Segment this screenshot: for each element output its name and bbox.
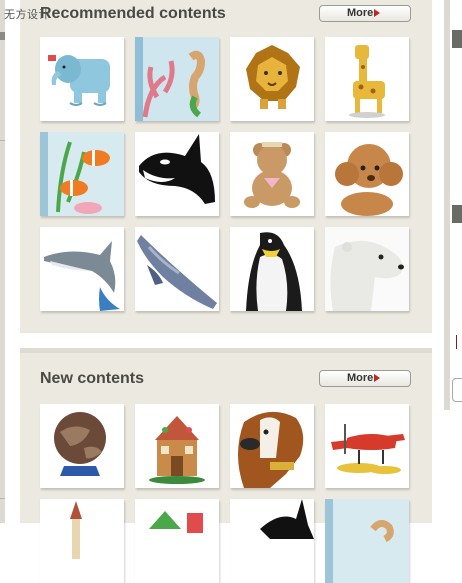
st-bernard-dog-icon <box>238 411 304 488</box>
elephant-icon <box>48 55 110 106</box>
penguin-icon <box>246 232 302 311</box>
content-thumbnail-lion[interactable] <box>230 37 314 121</box>
right-column-button[interactable] <box>452 378 462 402</box>
orca-icon <box>139 134 215 204</box>
poodle-icon <box>335 144 403 216</box>
seahorse-icon <box>325 499 409 583</box>
watermark-text: 无方设计 <box>4 8 50 21</box>
dolphin-icon <box>44 241 120 311</box>
content-thumbnail-orca-2[interactable] <box>230 499 314 583</box>
content-thumbnail-orca[interactable] <box>135 132 219 216</box>
gingerbread-house-icon <box>149 416 205 484</box>
content-thumbnail-seaplane[interactable] <box>325 404 409 488</box>
content-thumbnail-giraffe[interactable] <box>325 37 409 121</box>
content-thumbnail-clownfish[interactable] <box>40 132 124 216</box>
new-contents-title: New contents <box>40 370 145 387</box>
right-column-bg <box>444 0 450 410</box>
content-thumbnail-teddy-bear[interactable] <box>230 132 314 216</box>
clownfish-icon <box>40 132 124 216</box>
new-contents-more-button[interactable]: More <box>319 370 411 387</box>
content-thumbnail-blue-whale[interactable] <box>135 227 219 311</box>
arrow-right-icon <box>374 374 380 382</box>
more-button-label: More <box>347 372 374 384</box>
right-column-tab[interactable] <box>452 30 462 48</box>
castle-icon <box>70 501 82 559</box>
content-thumbnail-christmas-house[interactable] <box>135 499 219 583</box>
recommended-contents-panel: Recommended contents More <box>20 0 432 333</box>
new-contents-panel: New contents More <box>20 348 432 583</box>
left-divider <box>0 140 5 141</box>
blue-whale-icon <box>137 235 217 309</box>
lion-icon <box>246 45 300 109</box>
orca-icon <box>260 499 314 539</box>
content-thumbnail-poodle[interactable] <box>325 132 409 216</box>
content-thumbnail-castle[interactable] <box>40 499 124 583</box>
recommended-title: Recommended contents <box>40 5 226 22</box>
seahorse-coral-icon <box>135 37 219 121</box>
more-button-label: More <box>347 7 374 19</box>
polar-bear-icon <box>325 227 409 311</box>
content-thumbnail-penguin[interactable] <box>230 227 314 311</box>
right-column-tab[interactable] <box>452 205 462 223</box>
globe-icon <box>54 412 106 476</box>
content-thumbnail-seahorse-coral[interactable] <box>135 37 219 121</box>
teddy-bear-icon <box>244 142 300 208</box>
christmas-house-icon <box>149 511 203 533</box>
right-page-column <box>444 0 462 523</box>
left-column-marker <box>0 32 5 40</box>
seaplane-icon <box>331 424 405 474</box>
left-page-column <box>0 0 5 523</box>
left-divider <box>0 498 5 499</box>
right-column-rule <box>456 335 462 349</box>
content-thumbnail-globe[interactable] <box>40 404 124 488</box>
content-thumbnail-seahorse[interactable] <box>325 499 409 583</box>
content-thumbnail-elephant[interactable] <box>40 37 124 121</box>
content-thumbnail-gingerbread-house[interactable] <box>135 404 219 488</box>
content-thumbnail-dolphin[interactable] <box>40 227 124 311</box>
arrow-right-icon <box>374 9 380 17</box>
content-thumbnail-st-bernard-dog[interactable] <box>230 404 314 488</box>
recommended-more-button[interactable]: More <box>319 5 411 22</box>
giraffe-icon <box>349 45 385 118</box>
content-thumbnail-polar-bear[interactable] <box>325 227 409 311</box>
